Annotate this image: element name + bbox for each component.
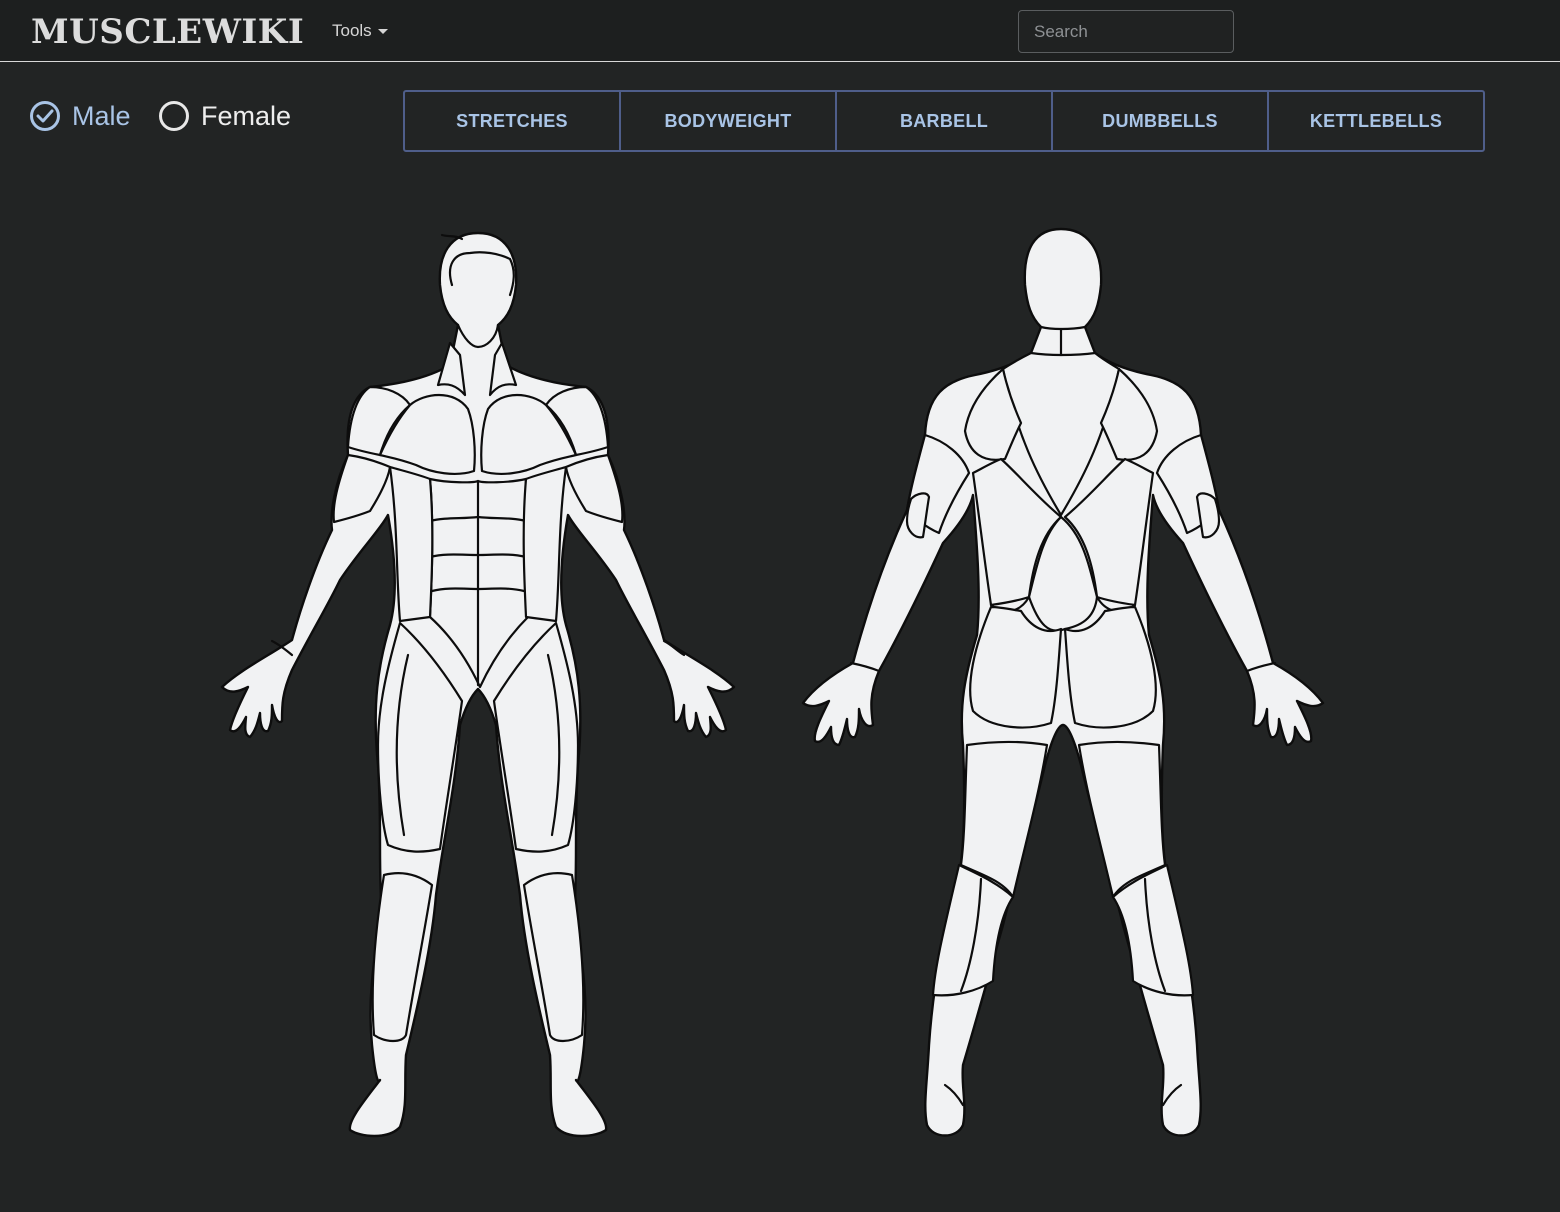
hair-line xyxy=(440,233,464,241)
navbar: MUSCLEWIKI Tools xyxy=(0,0,1560,62)
check-circle-icon xyxy=(30,101,60,131)
empty-circle-icon xyxy=(159,101,189,131)
tools-label: Tools xyxy=(332,21,372,40)
tab-stretches[interactable]: STRETCHES xyxy=(405,92,621,150)
search-input[interactable] xyxy=(1018,10,1234,53)
tab-bodyweight[interactable]: BODYWEIGHT xyxy=(621,92,837,150)
gender-male-label: Male xyxy=(72,101,131,131)
tab-barbell[interactable]: BARBELL xyxy=(837,92,1053,150)
tab-dumbbells[interactable]: DUMBBELLS xyxy=(1053,92,1269,150)
exercise-category-tabs: STRETCHES BODYWEIGHT BARBELL DUMBBELLS K… xyxy=(403,90,1485,152)
gender-female-label: Female xyxy=(201,101,292,131)
caret-down-icon xyxy=(377,29,388,35)
tools-dropdown[interactable]: Tools xyxy=(332,20,388,42)
brand-logo[interactable]: MUSCLEWIKI xyxy=(31,12,304,52)
gender-female-option[interactable]: Female xyxy=(159,98,291,134)
gender-male-option[interactable]: Male xyxy=(30,98,131,134)
front-body-map xyxy=(220,231,736,1138)
tab-kettlebells[interactable]: KETTLEBELLS xyxy=(1269,92,1483,150)
back-body-map xyxy=(801,227,1325,1137)
